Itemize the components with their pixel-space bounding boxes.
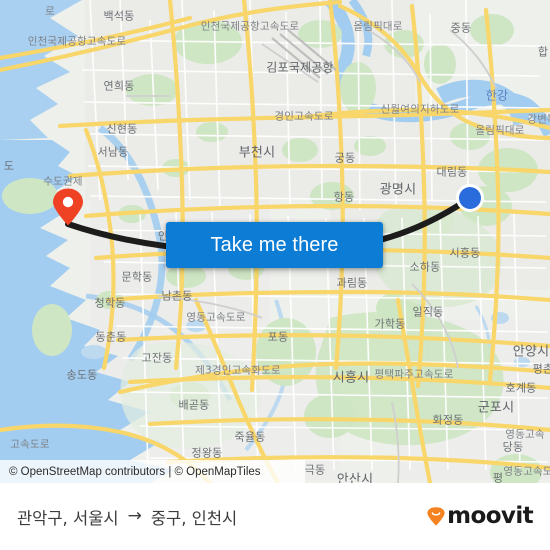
- moovit-pin-icon: [427, 507, 445, 526]
- route-origin-label: 관악구, 서울시: [17, 508, 119, 528]
- map-canvas[interactable]: 백석동 로 인천국제공항고속도로 올림픽대로 중동 인천국제공항고속도로 김포국제공항 합 연희…: [0, 0, 550, 483]
- take-me-there-button[interactable]: Take me there: [166, 222, 383, 268]
- map-attribution-text[interactable]: © OpenStreetMap contributors | © OpenMap…: [0, 466, 261, 478]
- moovit-logo[interactable]: moovit: [427, 505, 550, 528]
- moovit-route-map-card: 백석동 로 인천국제공항고속도로 올림픽대로 중동 인천국제공항고속도로 김포국제공항 합 연희…: [0, 0, 550, 550]
- route-summary: 관악구, 서울시 → 중구, 인천시: [0, 505, 237, 529]
- destination-marker-dot: [459, 187, 481, 209]
- map-attribution-bar: © OpenStreetMap contributors | © OpenMap…: [0, 460, 305, 483]
- card-footer: 관악구, 서울시 → 중구, 인천시 moovit: [0, 483, 550, 550]
- moovit-wordmark: moovit: [447, 503, 533, 529]
- route-destination-label: 중구, 인천시: [150, 508, 238, 528]
- arrow-right-icon: →: [127, 506, 142, 526]
- map-pin-icon: [53, 188, 83, 226]
